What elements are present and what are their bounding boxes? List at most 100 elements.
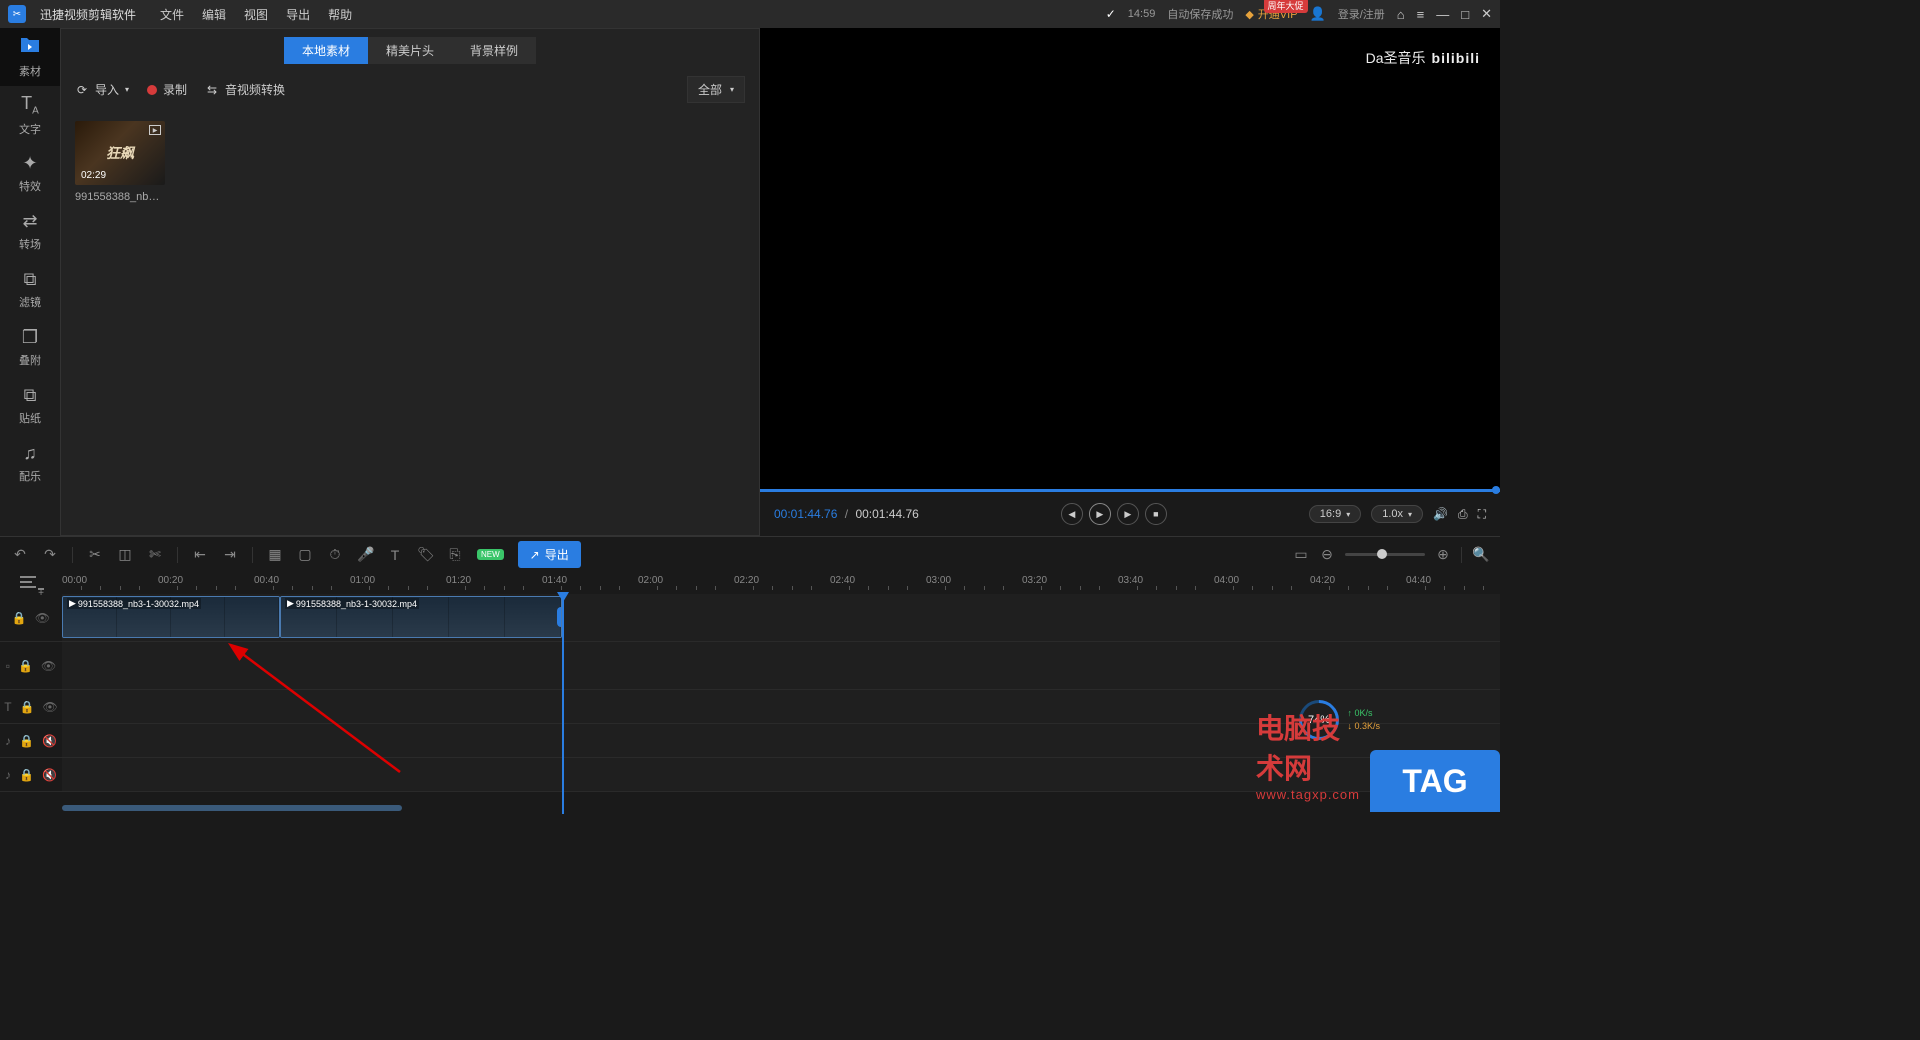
sidebar-label-music: 配乐 <box>19 468 41 484</box>
eye-icon[interactable]: 👁 <box>43 700 58 714</box>
lock-icon[interactable]: 🔒 <box>12 611 27 625</box>
play-button[interactable]: ▶ <box>1089 503 1111 525</box>
crop-icon[interactable]: ◫ <box>117 546 133 563</box>
lock-icon[interactable]: 🔒 <box>19 768 34 782</box>
copy-icon[interactable]: ⎘ <box>447 546 463 563</box>
media-tabs: 本地素材 精美片头 背景样例 <box>61 29 759 68</box>
sidebar-item-text[interactable]: TA 文字 <box>0 86 60 144</box>
import-button[interactable]: ⟳ 导入 ▾ <box>75 81 129 98</box>
sidebar-item-sticker[interactable]: ⧉ 贴纸 <box>0 376 60 434</box>
lock-icon[interactable]: 🔒 <box>18 659 33 673</box>
eye-icon[interactable]: 👁 <box>35 611 50 625</box>
chevron-down-icon: ▾ <box>125 85 129 94</box>
timeline-scrollbar[interactable] <box>62 804 1500 812</box>
tag-icon[interactable]: 🏷 <box>417 546 433 563</box>
lock-icon[interactable]: 🔒 <box>20 700 35 714</box>
timeline-toolbar: ↶ ↷ ✂ ◫ ✄ ⇤ ⇥ ▦ ▢ ⏱ 🎤 T 🏷 ⎘ NEW ↗ 导出 ▭ ⊖… <box>0 536 1500 572</box>
lock-icon[interactable]: 🔒 <box>19 734 34 748</box>
tab-background[interactable]: 背景样例 <box>452 37 536 64</box>
music-track-icon: ♪ <box>5 768 11 782</box>
home-icon[interactable]: ⌂ <box>1397 7 1405 22</box>
sidebar-item-transition[interactable]: ⇄ 转场 <box>0 202 60 260</box>
sidebar-item-overlay[interactable]: ❐ 叠附 <box>0 318 60 376</box>
watermark1-main: 电脑技术网 <box>1256 713 1340 784</box>
mute-icon[interactable]: 🔇 <box>42 734 57 748</box>
menu-help[interactable]: 帮助 <box>328 6 352 23</box>
preview-screen[interactable]: Da圣音乐 bilibili <box>760 28 1500 489</box>
preview-progress[interactable] <box>760 489 1500 492</box>
track-content-pip[interactable] <box>62 642 1500 689</box>
app-logo: ✂ <box>8 5 26 23</box>
clip-label: ▶ 991558388_nb3-1-30032.mp4 <box>67 598 201 609</box>
text-track-icon: T <box>4 700 11 714</box>
convert-label: 音视频转换 <box>225 81 285 98</box>
sidebar-item-media[interactable]: 素材 <box>0 28 60 86</box>
maximize-icon[interactable]: □ <box>1461 7 1469 22</box>
mic-icon[interactable]: 🎤 <box>357 546 373 563</box>
menu-file[interactable]: 文件 <box>160 6 184 23</box>
track-content-video[interactable]: ▶ 991558388_nb3-1-30032.mp4 ▶ 991558388_n… <box>62 594 1500 641</box>
minimize-icon[interactable]: — <box>1436 7 1449 22</box>
vip-button[interactable]: ◆ 开通VIP 周年大促 <box>1245 6 1297 22</box>
timeline-clip[interactable]: ▶ 991558388_nb3-1-30032.mp4 <box>280 596 562 638</box>
filter-dropdown[interactable]: 全部 ▾ <box>687 76 745 103</box>
eye-icon[interactable]: 👁 <box>41 659 56 673</box>
menu-edit[interactable]: 编辑 <box>202 6 226 23</box>
fit-icon[interactable]: ▭ <box>1293 546 1309 563</box>
menu-export[interactable]: 导出 <box>286 6 310 23</box>
next-frame-button[interactable]: ▶ <box>1117 503 1139 525</box>
ruler-mark: 03:00 <box>926 575 951 586</box>
playhead[interactable] <box>562 594 564 814</box>
track-options-icon[interactable]: + <box>20 576 40 588</box>
preview-panel: Da圣音乐 bilibili 00:01:44.76 / 00:01:44.76… <box>760 28 1500 536</box>
sidebar-label-sticker: 贴纸 <box>19 410 41 426</box>
trim-end-icon[interactable]: ⇥ <box>222 546 238 563</box>
aspect-dropdown[interactable]: 16:9 ▾ <box>1309 505 1361 523</box>
redo-icon[interactable]: ↷ <box>42 546 58 563</box>
hamburger-icon[interactable]: ≡ <box>1417 7 1425 22</box>
speed-icon[interactable]: ⏱ <box>327 546 343 563</box>
vip-badge: 周年大促 <box>1264 0 1308 13</box>
timeline-clip[interactable]: ▶ 991558388_nb3-1-30032.mp4 <box>62 596 280 638</box>
export-button[interactable]: ↗ 导出 <box>518 541 581 568</box>
zoom-knob[interactable] <box>1377 549 1387 559</box>
undo-icon[interactable]: ↶ <box>12 546 28 563</box>
scrollbar-thumb[interactable] <box>62 805 402 811</box>
media-item[interactable]: ▶ 狂飙 02:29 991558388_nb3-... <box>75 121 165 203</box>
zoom-slider[interactable] <box>1345 553 1425 556</box>
menu-view[interactable]: 视图 <box>244 6 268 23</box>
login-label[interactable]: 登录/注册 <box>1338 6 1385 22</box>
freeze-icon[interactable]: ▦ <box>267 546 283 563</box>
sidebar-item-music[interactable]: ♫ 配乐 <box>0 434 60 492</box>
watermark-author: Da圣音乐 <box>1366 48 1426 68</box>
fullscreen-icon[interactable]: ⛶ <box>1478 507 1486 522</box>
zoom-out-icon[interactable]: ⊖ <box>1319 546 1335 563</box>
split-icon[interactable]: ✂ <box>87 546 103 563</box>
speed-dropdown[interactable]: 1.0x ▾ <box>1371 505 1423 523</box>
record-button[interactable]: 录制 <box>147 81 187 98</box>
tab-intro[interactable]: 精美片头 <box>368 37 452 64</box>
snapshot-icon[interactable]: ⎙ <box>1458 507 1468 522</box>
zoom-in-icon[interactable]: ⊕ <box>1435 546 1451 563</box>
tab-local[interactable]: 本地素材 <box>284 37 368 64</box>
trim-start-icon[interactable]: ⇤ <box>192 546 208 563</box>
volume-icon[interactable]: 🔊 <box>1433 507 1448 521</box>
text-tool-icon[interactable]: T <box>387 547 403 563</box>
time-separator: / <box>845 507 848 521</box>
convert-button[interactable]: ⇆ 音视频转换 <box>205 81 285 98</box>
ruler[interactable]: 00:0000:2000:4001:0001:2001:4002:0002:20… <box>62 572 1500 594</box>
stop-button[interactable]: ■ <box>1145 503 1167 525</box>
music-icon: ♫ <box>23 443 37 464</box>
ruler-mark: 01:00 <box>350 575 375 586</box>
close-icon[interactable]: ✕ <box>1481 6 1492 22</box>
user-icon[interactable]: 👤 <box>1310 6 1326 22</box>
prev-frame-button[interactable]: ◀ <box>1061 503 1083 525</box>
separator <box>1461 547 1462 563</box>
mute-icon[interactable]: 🔇 <box>42 768 57 782</box>
zoom-fit-icon[interactable]: 🔍 <box>1472 546 1488 563</box>
cut-icon[interactable]: ✄ <box>147 546 163 563</box>
sidebar-item-fx[interactable]: ✦ 特效 <box>0 144 60 202</box>
sidebar-label-fx: 特效 <box>19 178 41 194</box>
sidebar-item-filter[interactable]: ⧉ 滤镜 <box>0 260 60 318</box>
marker-icon[interactable]: ▢ <box>297 546 313 563</box>
